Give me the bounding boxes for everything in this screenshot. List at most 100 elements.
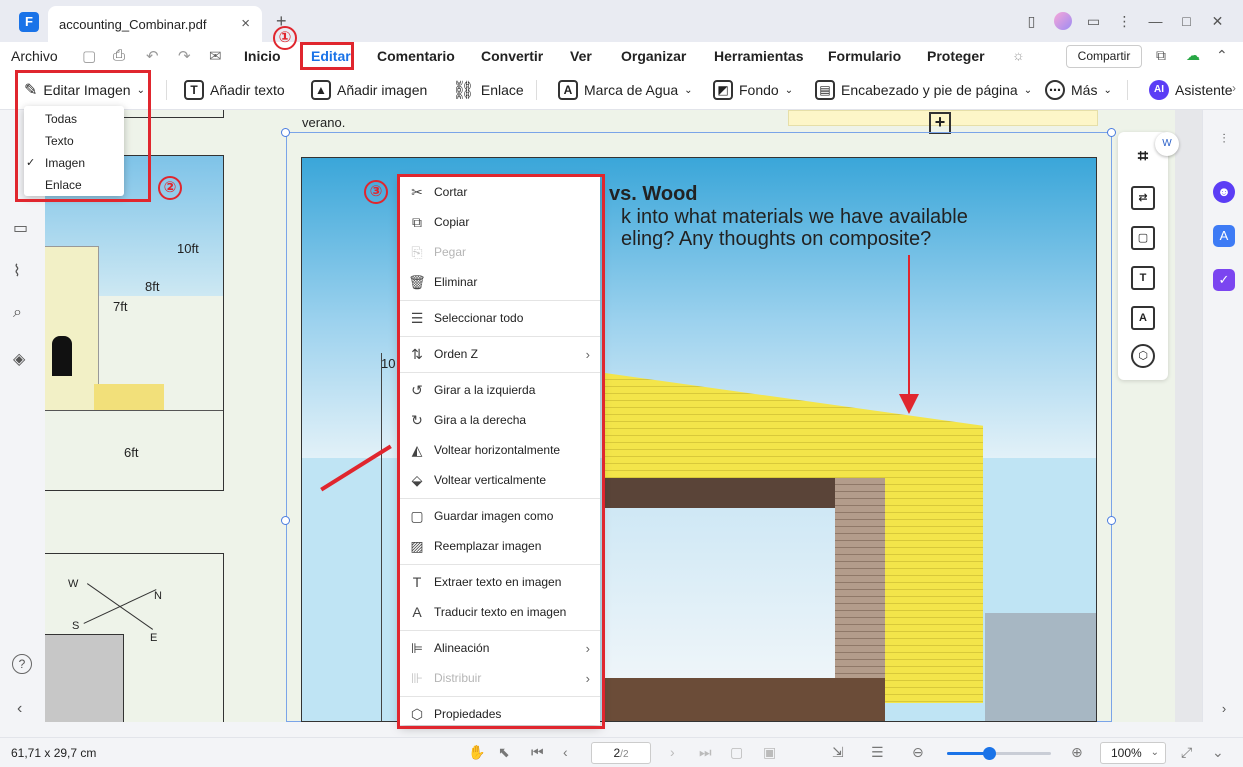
link-icon: ⛓ — [452, 79, 475, 100]
close-window-icon[interactable]: ✕ — [1202, 10, 1233, 32]
last-page-icon[interactable]: ⏭ — [699, 744, 712, 761]
menu-ver[interactable]: Ver — [570, 48, 592, 64]
header-footer-button[interactable]: ▤ Encabezado y pie de página ⌄ — [815, 79, 1032, 101]
print-icon[interactable]: ⎙ — [113, 47, 125, 64]
compass-label: N — [154, 590, 162, 602]
lightbulb-icon[interactable]: ☼ — [1012, 47, 1025, 63]
redo-icon[interactable]: ↷ — [178, 47, 191, 65]
highlight-context-menu-box — [397, 174, 605, 729]
scroll-down-icon[interactable]: ⌄ — [1212, 744, 1224, 761]
dimension-label: 6ft — [124, 445, 139, 460]
page-layout-icon[interactable]: ☰ — [871, 744, 884, 761]
compass-label: W — [68, 578, 79, 590]
chevron-down-icon: ⌄ — [684, 84, 693, 96]
background-button[interactable]: ◩ Fondo ⌄ — [713, 79, 793, 101]
settings-sliders-icon[interactable]: ⫶ — [1213, 128, 1235, 150]
first-page-icon[interactable]: ⏮ — [531, 744, 544, 761]
collapse-ribbon-icon[interactable]: ⌃ — [1216, 47, 1228, 64]
image-tools-panel: ⌗ ⇄ ▢ T A ⬡ — [1118, 132, 1168, 380]
menu-herramientas[interactable]: Herramientas — [714, 48, 804, 64]
properties-icon[interactable]: ⬡ — [1131, 344, 1155, 368]
scroll-right-icon[interactable]: › — [1232, 81, 1236, 95]
extract-text-icon[interactable]: T — [1131, 266, 1155, 290]
cloud-sync-icon[interactable]: ☁ — [1186, 47, 1200, 64]
save-image-icon[interactable]: ▢ — [1131, 226, 1155, 250]
more-vertical-icon[interactable]: ⋮ — [1109, 10, 1140, 32]
menu-convertir[interactable]: Convertir — [481, 48, 543, 64]
left-illustration-panel: 10ft 8ft 7ft 6ft — [45, 155, 224, 491]
link-button[interactable]: ⛓ Enlace — [452, 79, 524, 101]
help-icon[interactable]: ? — [12, 654, 32, 674]
replace-image-icon[interactable]: ⇄ — [1131, 186, 1155, 210]
compass-label: E — [150, 632, 158, 644]
menu-organizar[interactable]: Organizar — [621, 48, 686, 64]
tab-close-icon[interactable]: × — [241, 15, 250, 32]
resize-handle[interactable] — [281, 128, 290, 137]
watermark-button[interactable]: A Marca de Agua ⌄ — [558, 79, 693, 101]
share-button[interactable]: Compartir — [1066, 45, 1142, 68]
block-illustration — [45, 634, 124, 722]
menu-formulario[interactable]: Formulario — [828, 48, 901, 64]
task-check-icon[interactable]: ✓ — [1213, 269, 1235, 291]
page-number-field[interactable]: 2/2 — [591, 742, 651, 764]
word-convert-icon[interactable]: W — [1155, 132, 1179, 156]
annotation-arrow — [908, 255, 910, 400]
assistant-button[interactable]: AI Asistente — [1149, 79, 1233, 101]
resize-handle[interactable] — [1107, 516, 1116, 525]
move-handle-icon[interactable]: + — [929, 112, 951, 134]
step-badge: ③ — [364, 180, 388, 204]
resize-handle[interactable] — [281, 516, 290, 525]
maximize-icon[interactable]: □ — [1171, 10, 1202, 32]
add-image-label: Añadir imagen — [337, 82, 428, 98]
header-footer-icon: ▤ — [815, 80, 835, 100]
prev-page-icon[interactable]: ‹ — [563, 744, 568, 760]
fit-width-icon[interactable]: ⇲ — [832, 744, 844, 761]
device-icon[interactable]: ▯ — [1016, 10, 1047, 32]
select-tool-icon[interactable]: ⬉ — [498, 744, 510, 761]
hand-tool-icon[interactable]: ✋ — [468, 744, 485, 761]
translate-icon[interactable]: A — [1213, 225, 1235, 247]
image-text-line: k into what materials we have available — [621, 206, 968, 228]
collapse-left-icon[interactable]: ‹ — [17, 700, 22, 718]
dimension-label: 8ft — [145, 279, 160, 294]
fullscreen-icon[interactable]: ⤢ — [1181, 744, 1192, 761]
menu-inicio[interactable]: Inicio — [244, 48, 281, 64]
document-canvas: 10ft 8ft 7ft 6ft W N S E verano. + vs. W… — [45, 110, 1202, 722]
zoom-out-icon[interactable]: ⊖ — [912, 744, 924, 761]
mail-icon[interactable]: ✉ — [209, 47, 222, 65]
resize-handle[interactable] — [1107, 128, 1116, 137]
add-text-button[interactable]: T Añadir texto — [184, 79, 285, 101]
network-icon[interactable]: ⧉ — [1156, 47, 1166, 64]
attachment-icon[interactable]: ⌇ — [13, 261, 21, 281]
save-icon[interactable]: ▢ — [82, 47, 96, 65]
avatar[interactable] — [1047, 10, 1078, 32]
fit-page-icon[interactable]: ▣ — [763, 744, 776, 761]
document-tab[interactable]: accounting_Combinar.pdf × — [48, 6, 262, 42]
message-icon[interactable]: ▭ — [1078, 10, 1109, 32]
minimize-icon[interactable]: — — [1140, 10, 1171, 32]
comment-icon[interactable]: ▭ — [13, 218, 28, 238]
menu-comentario[interactable]: Comentario — [377, 48, 455, 64]
more-button[interactable]: ⋯ Más ⌄ — [1045, 79, 1112, 101]
search-icon[interactable]: ⌕ — [13, 304, 22, 322]
next-page-icon[interactable]: › — [670, 744, 675, 760]
single-page-icon[interactable]: ▢ — [730, 744, 743, 761]
translate-image-icon[interactable]: A — [1131, 306, 1155, 330]
zoom-slider-knob[interactable] — [982, 747, 996, 760]
image-heading: vs. Wood — [609, 183, 698, 205]
layers-icon[interactable]: ◈ — [13, 349, 25, 369]
collapse-right-icon[interactable]: › — [1213, 698, 1235, 720]
zoom-in-icon[interactable]: ⊕ — [1071, 744, 1083, 761]
undo-icon[interactable]: ↶ — [146, 47, 159, 65]
zoom-slider[interactable] — [947, 747, 1051, 760]
crop-icon[interactable]: ⌗ — [1131, 146, 1155, 170]
zoom-select[interactable]: 100% ⌄ — [1100, 742, 1166, 764]
add-image-button[interactable]: ▲ Añadir imagen — [311, 79, 427, 101]
background-icon: ◩ — [713, 80, 733, 100]
toolbar-divider — [166, 80, 167, 100]
ai-robot-icon[interactable]: ☻ — [1213, 181, 1235, 203]
link-label: Enlace — [480, 82, 524, 98]
menu-archivo[interactable]: Archivo — [11, 48, 58, 64]
pdf-page: 10ft 8ft 7ft 6ft W N S E verano. + vs. W… — [45, 110, 1175, 722]
menu-proteger[interactable]: Proteger — [927, 48, 985, 64]
